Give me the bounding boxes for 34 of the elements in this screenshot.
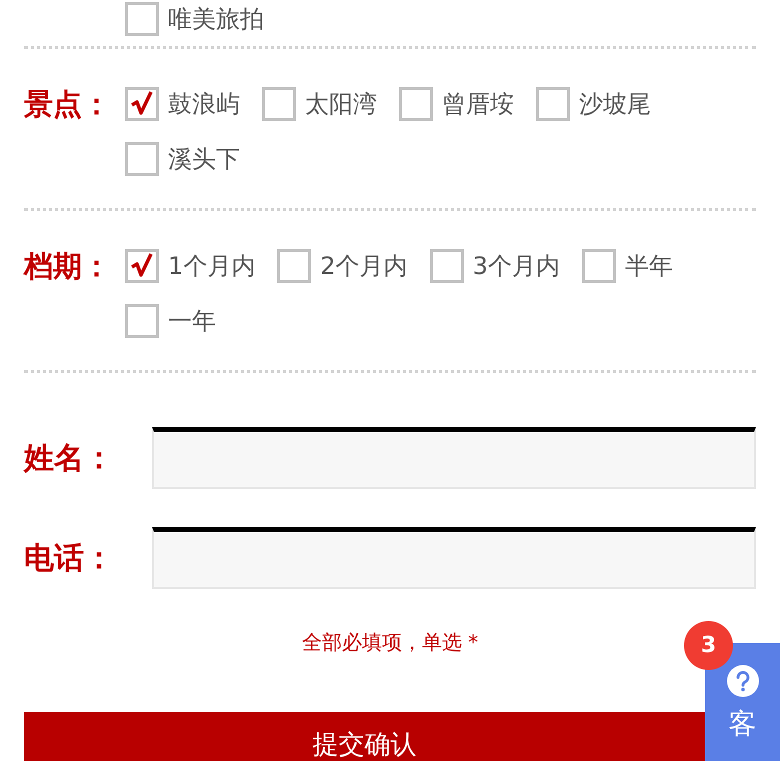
option-label: 沙坡尾 — [579, 89, 651, 120]
input-field[interactable] — [152, 527, 756, 589]
checkbox[interactable] — [536, 87, 570, 121]
checkbox[interactable] — [277, 249, 312, 283]
option-label: 一年 — [168, 306, 216, 337]
option-label: 鼓浪屿 — [168, 89, 240, 120]
option-label: 3个月内 — [472, 251, 560, 282]
option-label: 溪头下 — [168, 144, 240, 175]
required-note: 全部必填项，单选 * — [302, 630, 478, 654]
help-icon — [726, 665, 758, 697]
checkbox[interactable] — [125, 304, 159, 338]
checkbox[interactable] — [582, 249, 616, 283]
option-label: 半年 — [624, 251, 673, 282]
submit-button[interactable]: 提交确认 — [24, 712, 705, 761]
checkbox[interactable] — [125, 249, 159, 283]
check-icon — [130, 253, 154, 279]
checkbox[interactable] — [125, 2, 159, 36]
checkbox[interactable] — [430, 249, 464, 283]
check-icon — [130, 91, 154, 117]
option-label: 太阳湾 — [305, 89, 377, 120]
checkbox[interactable] — [125, 142, 159, 176]
notification-badge: 3 — [684, 621, 733, 670]
checkbox[interactable] — [125, 87, 159, 121]
checkbox[interactable] — [262, 87, 296, 121]
checkbox[interactable] — [399, 87, 433, 121]
group-label: 景点： — [24, 86, 112, 123]
option-label: 曾厝垵 — [442, 89, 514, 120]
group-label: 档期： — [24, 248, 112, 285]
field-label: 电话： — [24, 540, 115, 578]
field-label: 姓名： — [24, 440, 115, 478]
option-label: 唯美旅拍 — [168, 4, 264, 35]
option-label: 2个月内 — [320, 251, 408, 282]
option-label: 1个月内 — [168, 251, 256, 282]
input-field[interactable] — [152, 427, 756, 489]
